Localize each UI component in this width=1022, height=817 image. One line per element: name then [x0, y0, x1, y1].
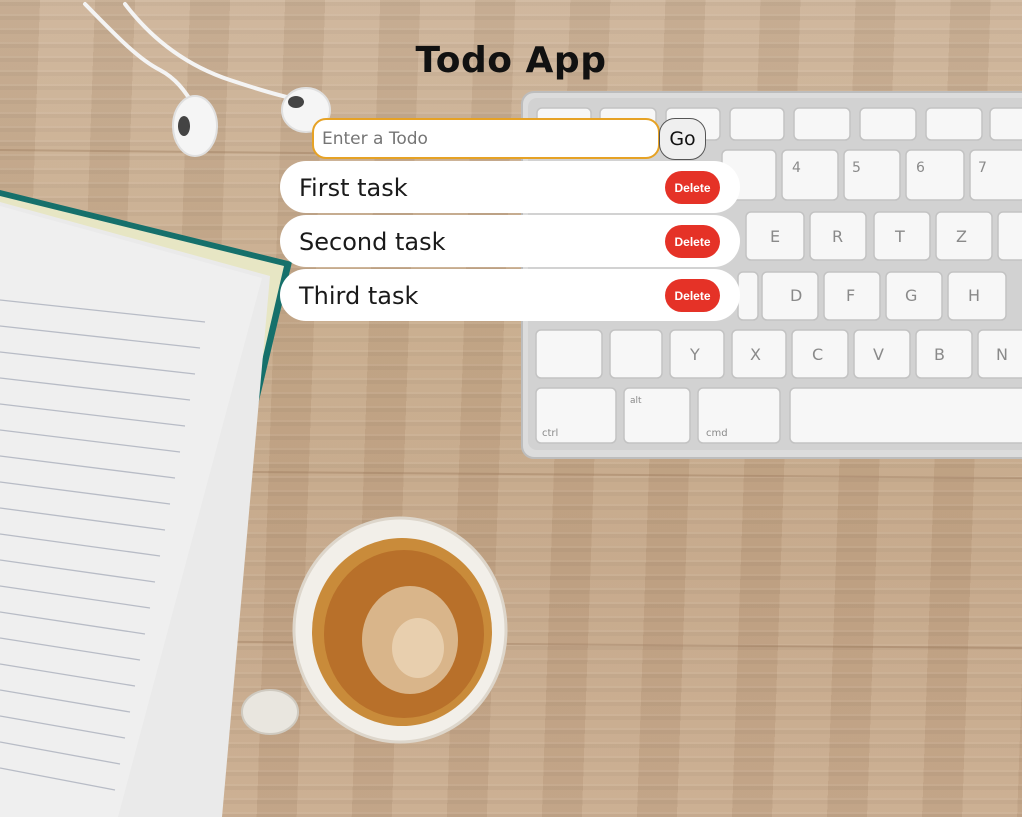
svg-text:H: H	[968, 286, 980, 305]
svg-text:Z: Z	[956, 227, 967, 246]
go-button[interactable]: Go	[659, 118, 706, 160]
svg-text:alt: alt	[630, 396, 642, 406]
page-title: Todo App	[415, 40, 607, 81]
todo-list: First task Delete Second task Delete Thi…	[280, 161, 740, 323]
coffee-cup-image	[241, 516, 508, 744]
todo-text: Second task	[299, 228, 446, 256]
svg-text:Y: Y	[689, 345, 700, 364]
svg-text:F: F	[846, 286, 855, 305]
svg-text:4: 4	[792, 160, 801, 176]
todo-item: Second task Delete	[280, 215, 740, 267]
svg-text:5: 5	[852, 160, 861, 176]
todo-item: Third task Delete	[280, 269, 740, 321]
todo-item: First task Delete	[280, 161, 740, 213]
svg-text:cmd: cmd	[706, 428, 728, 439]
todo-input[interactable]	[312, 118, 660, 159]
delete-button[interactable]: Delete	[665, 171, 720, 204]
svg-text:C: C	[812, 345, 823, 364]
delete-button[interactable]: Delete	[665, 225, 720, 258]
svg-text:7: 7	[978, 160, 987, 176]
svg-text:T: T	[894, 227, 905, 246]
svg-text:ctrl: ctrl	[542, 428, 558, 439]
svg-text:E: E	[770, 227, 780, 246]
svg-text:D: D	[790, 286, 802, 305]
delete-button[interactable]: Delete	[665, 279, 720, 312]
svg-text:X: X	[750, 345, 761, 364]
todo-text: Third task	[299, 282, 419, 310]
svg-text:V: V	[873, 345, 884, 364]
svg-text:6: 6	[916, 160, 925, 176]
todo-text: First task	[299, 174, 408, 202]
svg-text:R: R	[832, 227, 843, 246]
svg-text:N: N	[996, 345, 1008, 364]
svg-text:G: G	[905, 286, 917, 305]
svg-text:B: B	[934, 345, 945, 364]
